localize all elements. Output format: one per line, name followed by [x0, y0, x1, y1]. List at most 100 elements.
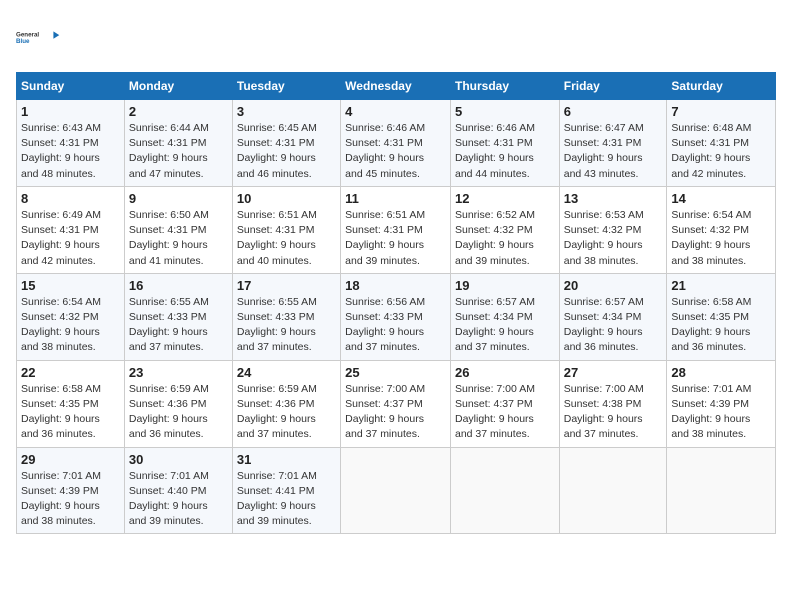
calendar-day-cell: 29 Sunrise: 7:01 AMSunset: 4:39 PMDayligh… [17, 447, 125, 534]
calendar-day-cell: 3 Sunrise: 6:45 AMSunset: 4:31 PMDaylight… [232, 100, 340, 187]
day-info: Sunrise: 6:57 AMSunset: 4:34 PMDaylight:… [564, 295, 663, 356]
day-number: 14 [671, 191, 771, 206]
calendar-week-row: 29 Sunrise: 7:01 AMSunset: 4:39 PMDayligh… [17, 447, 776, 534]
day-number: 12 [455, 191, 555, 206]
calendar-week-row: 15 Sunrise: 6:54 AMSunset: 4:32 PMDayligh… [17, 273, 776, 360]
day-info: Sunrise: 6:49 AMSunset: 4:31 PMDaylight:… [21, 208, 120, 269]
day-info: Sunrise: 6:54 AMSunset: 4:32 PMDaylight:… [671, 208, 771, 269]
calendar-week-row: 1 Sunrise: 6:43 AMSunset: 4:31 PMDaylight… [17, 100, 776, 187]
calendar-day-cell: 23Sunrise: 6:59 AMSunset: 4:36 PMDayligh… [124, 360, 232, 447]
day-info: Sunrise: 6:57 AMSunset: 4:34 PMDaylight:… [455, 295, 555, 356]
day-number: 18 [345, 278, 446, 293]
day-number: 11 [345, 191, 446, 206]
calendar-day-cell: 10 Sunrise: 6:51 AMSunset: 4:31 PMDayligh… [232, 186, 340, 273]
day-info: Sunrise: 6:58 AMSunset: 4:35 PMDaylight:… [21, 382, 120, 443]
calendar-day-cell: 14 Sunrise: 6:54 AMSunset: 4:32 PMDayligh… [667, 186, 776, 273]
day-number: 3 [237, 104, 336, 119]
day-number: 30 [129, 452, 228, 467]
day-of-week-header: Friday [559, 73, 667, 100]
calendar-day-cell: 11 Sunrise: 6:51 AMSunset: 4:31 PMDayligh… [341, 186, 451, 273]
day-of-week-header: Monday [124, 73, 232, 100]
day-number: 17 [237, 278, 336, 293]
day-number: 24 [237, 365, 336, 380]
calendar-day-cell: 24 Sunrise: 6:59 AMSunset: 4:36 PMDayligh… [232, 360, 340, 447]
day-info: Sunrise: 6:51 AMSunset: 4:31 PMDaylight:… [345, 208, 446, 269]
day-info: Sunrise: 6:47 AMSunset: 4:31 PMDaylight:… [564, 121, 663, 182]
day-number: 22 [21, 365, 120, 380]
calendar-day-cell: 9 Sunrise: 6:50 AMSunset: 4:31 PMDaylight… [124, 186, 232, 273]
day-info: Sunrise: 6:43 AMSunset: 4:31 PMDaylight:… [21, 121, 120, 182]
calendar-day-cell: 28Sunrise: 7:01 AMSunset: 4:39 PMDayligh… [667, 360, 776, 447]
calendar-day-cell: 25 Sunrise: 7:00 AMSunset: 4:37 PMDayligh… [341, 360, 451, 447]
calendar-day-cell: 13 Sunrise: 6:53 AMSunset: 4:32 PMDayligh… [559, 186, 667, 273]
svg-text:General: General [16, 32, 39, 39]
day-number: 15 [21, 278, 120, 293]
calendar-header-row: SundayMondayTuesdayWednesdayThursdayFrid… [17, 73, 776, 100]
calendar-day-cell: 4Sunrise: 6:46 AMSunset: 4:31 PMDaylight… [341, 100, 451, 187]
calendar-day-cell [450, 447, 559, 534]
day-number: 7 [671, 104, 771, 119]
day-number: 2 [129, 104, 228, 119]
calendar-day-cell: 30Sunrise: 7:01 AMSunset: 4:40 PMDayligh… [124, 447, 232, 534]
calendar-week-row: 22 Sunrise: 6:58 AMSunset: 4:35 PMDayligh… [17, 360, 776, 447]
calendar-day-cell: 12 Sunrise: 6:52 AMSunset: 4:32 PMDayligh… [450, 186, 559, 273]
day-info: Sunrise: 6:52 AMSunset: 4:32 PMDaylight:… [455, 208, 555, 269]
day-info: Sunrise: 6:55 AMSunset: 4:33 PMDaylight:… [129, 295, 228, 356]
day-number: 9 [129, 191, 228, 206]
calendar-day-cell [667, 447, 776, 534]
day-number: 20 [564, 278, 663, 293]
calendar-day-cell: 27 Sunrise: 7:00 AMSunset: 4:38 PMDayligh… [559, 360, 667, 447]
day-number: 31 [237, 452, 336, 467]
day-number: 25 [345, 365, 446, 380]
day-number: 10 [237, 191, 336, 206]
day-of-week-header: Saturday [667, 73, 776, 100]
day-info: Sunrise: 7:01 AMSunset: 4:39 PMDaylight:… [21, 469, 120, 530]
day-number: 26 [455, 365, 555, 380]
calendar-day-cell: 5Sunrise: 6:46 AMSunset: 4:31 PMDaylight… [450, 100, 559, 187]
calendar-day-cell: 26Sunrise: 7:00 AMSunset: 4:37 PMDayligh… [450, 360, 559, 447]
calendar-day-cell: 15 Sunrise: 6:54 AMSunset: 4:32 PMDayligh… [17, 273, 125, 360]
calendar-day-cell: 8 Sunrise: 6:49 AMSunset: 4:31 PMDaylight… [17, 186, 125, 273]
calendar-day-cell: 17 Sunrise: 6:55 AMSunset: 4:33 PMDayligh… [232, 273, 340, 360]
logo: General Blue [16, 16, 60, 60]
day-info: Sunrise: 7:00 AMSunset: 4:37 PMDaylight:… [345, 382, 446, 443]
day-info: Sunrise: 6:44 AMSunset: 4:31 PMDaylight:… [129, 121, 228, 182]
day-info: Sunrise: 6:48 AMSunset: 4:31 PMDaylight:… [671, 121, 771, 182]
day-info: Sunrise: 7:01 AMSunset: 4:39 PMDaylight:… [671, 382, 771, 443]
day-info: Sunrise: 6:59 AMSunset: 4:36 PMDaylight:… [237, 382, 336, 443]
day-number: 13 [564, 191, 663, 206]
day-info: Sunrise: 7:01 AMSunset: 4:41 PMDaylight:… [237, 469, 336, 530]
day-info: Sunrise: 6:45 AMSunset: 4:31 PMDaylight:… [237, 121, 336, 182]
day-number: 6 [564, 104, 663, 119]
calendar-day-cell: 19 Sunrise: 6:57 AMSunset: 4:34 PMDayligh… [450, 273, 559, 360]
day-info: Sunrise: 6:53 AMSunset: 4:32 PMDaylight:… [564, 208, 663, 269]
day-number: 21 [671, 278, 771, 293]
day-info: Sunrise: 6:46 AMSunset: 4:31 PMDaylight:… [455, 121, 555, 182]
calendar-day-cell: 31 Sunrise: 7:01 AMSunset: 4:41 PMDayligh… [232, 447, 340, 534]
calendar-day-cell: 21Sunrise: 6:58 AMSunset: 4:35 PMDayligh… [667, 273, 776, 360]
calendar-day-cell: 22 Sunrise: 6:58 AMSunset: 4:35 PMDayligh… [17, 360, 125, 447]
calendar-day-cell [341, 447, 451, 534]
day-info: Sunrise: 7:00 AMSunset: 4:38 PMDaylight:… [564, 382, 663, 443]
day-number: 4 [345, 104, 446, 119]
calendar-day-cell: 2 Sunrise: 6:44 AMSunset: 4:31 PMDaylight… [124, 100, 232, 187]
day-number: 1 [21, 104, 120, 119]
calendar-day-cell: 18Sunrise: 6:56 AMSunset: 4:33 PMDayligh… [341, 273, 451, 360]
day-number: 27 [564, 365, 663, 380]
calendar-day-cell: 7 Sunrise: 6:48 AMSunset: 4:31 PMDaylight… [667, 100, 776, 187]
day-info: Sunrise: 6:50 AMSunset: 4:31 PMDaylight:… [129, 208, 228, 269]
calendar-day-cell: 20 Sunrise: 6:57 AMSunset: 4:34 PMDayligh… [559, 273, 667, 360]
day-info: Sunrise: 6:55 AMSunset: 4:33 PMDaylight:… [237, 295, 336, 356]
day-number: 8 [21, 191, 120, 206]
calendar-day-cell: 1 Sunrise: 6:43 AMSunset: 4:31 PMDaylight… [17, 100, 125, 187]
day-of-week-header: Thursday [450, 73, 559, 100]
day-info: Sunrise: 6:51 AMSunset: 4:31 PMDaylight:… [237, 208, 336, 269]
page-header: General Blue [16, 16, 776, 60]
calendar-day-cell: 16Sunrise: 6:55 AMSunset: 4:33 PMDayligh… [124, 273, 232, 360]
calendar-day-cell [559, 447, 667, 534]
day-of-week-header: Wednesday [341, 73, 451, 100]
day-number: 19 [455, 278, 555, 293]
day-info: Sunrise: 6:54 AMSunset: 4:32 PMDaylight:… [21, 295, 120, 356]
svg-text:Blue: Blue [16, 38, 30, 45]
day-number: 29 [21, 452, 120, 467]
